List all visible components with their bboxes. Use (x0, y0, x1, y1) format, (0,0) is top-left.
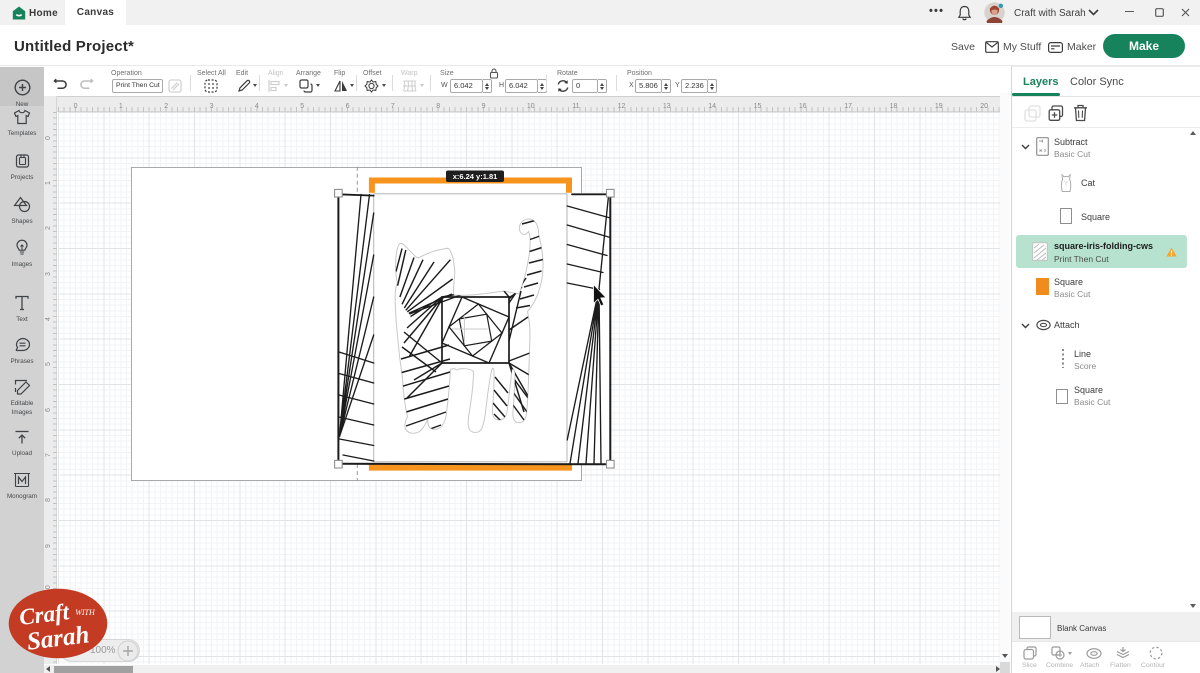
svg-text:WITH: WITH (75, 608, 96, 617)
svg-text:x:6.24 y:1.81: x:6.24 y:1.81 (453, 172, 498, 181)
